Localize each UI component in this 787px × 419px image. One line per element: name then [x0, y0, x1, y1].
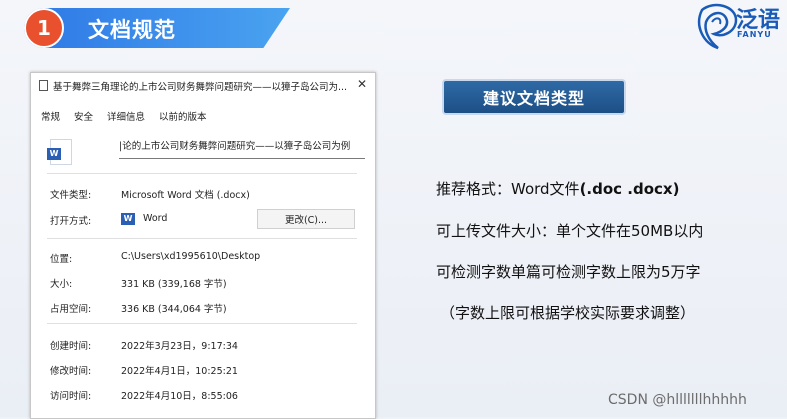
location-label: 位置:	[50, 254, 73, 265]
size-value: 331 KB (339,168 字节)	[121, 279, 227, 290]
document-icon	[39, 80, 48, 91]
modified-label: 修改时间:	[50, 366, 92, 377]
watermark: CSDN @hlllllllhhhhh	[608, 392, 747, 408]
recommended-doc-type-tag: 建议文档类型	[442, 79, 626, 115]
divider	[47, 238, 357, 239]
recommended-format: 推荐格式：Word文件(.doc .docx)	[436, 178, 679, 199]
size-label: 大小:	[50, 279, 73, 290]
open-with-label: 打开方式:	[50, 216, 92, 227]
format-prefix: 推荐格式：Word文件	[436, 180, 580, 198]
disk-size-label: 占用空间:	[50, 304, 92, 315]
file-properties-window: 基于舞弊三角理论的上市公司财务舞弊问题研究——以獐子岛公司为... ✕ 常规 安…	[30, 72, 376, 419]
tab-details[interactable]: 详细信息	[107, 109, 145, 123]
tab-previous-versions[interactable]: 以前的版本	[159, 109, 207, 123]
tab-security[interactable]: 安全	[74, 109, 93, 123]
limit-note: （字数上限可根据学校实际要求调整）	[440, 304, 696, 322]
divider	[47, 323, 357, 324]
word-file-icon: W	[47, 139, 72, 165]
window-title: 基于舞弊三角理论的上市公司财务舞弊问题研究——以獐子岛公司为...	[53, 82, 348, 93]
disk-size-value: 336 KB (344,064 字节)	[121, 304, 227, 315]
window-title-bar: 基于舞弊三角理论的上市公司财务舞弊问题研究——以獐子岛公司为...	[39, 79, 347, 93]
created-label: 创建时间:	[50, 341, 92, 352]
created-value: 2022年3月23日，9:17:34	[121, 341, 238, 352]
tab-general[interactable]: 常规	[41, 109, 60, 123]
filename-field[interactable]: |论的上市公司财务舞弊问题研究——以獐子岛公司为例	[119, 136, 365, 159]
file-type-value: Microsoft Word 文档 (.docx)	[121, 190, 250, 201]
close-icon[interactable]: ✕	[357, 77, 367, 91]
open-with-app: Word	[143, 213, 168, 224]
section-number-badge: 1	[24, 8, 64, 48]
location-value: C:\Users\xd1995610\Desktop	[121, 251, 261, 262]
word-count-limit: 可检测字数单篇可检测字数上限为5万字	[436, 263, 701, 281]
format-extensions: (.doc .docx)	[579, 180, 680, 198]
brand-subtitle: FANYU	[737, 30, 772, 39]
word-app-icon: W	[121, 213, 135, 225]
file-type-label: 文件类型:	[50, 190, 92, 201]
tab-bar: 常规 安全 详细信息 以前的版本	[41, 109, 221, 123]
divider	[47, 173, 357, 174]
change-app-button[interactable]: 更改(C)...	[257, 209, 355, 229]
word-letter: W	[47, 148, 61, 160]
accessed-value: 2022年4月10日，8:55:06	[121, 391, 238, 402]
accessed-label: 访问时间:	[50, 391, 92, 402]
section-title: 文档规范	[88, 18, 176, 42]
modified-value: 2022年4月1日，10:25:21	[121, 366, 238, 377]
upload-size-limit: 可上传文件大小：单个文件在50MB以内	[436, 222, 704, 240]
